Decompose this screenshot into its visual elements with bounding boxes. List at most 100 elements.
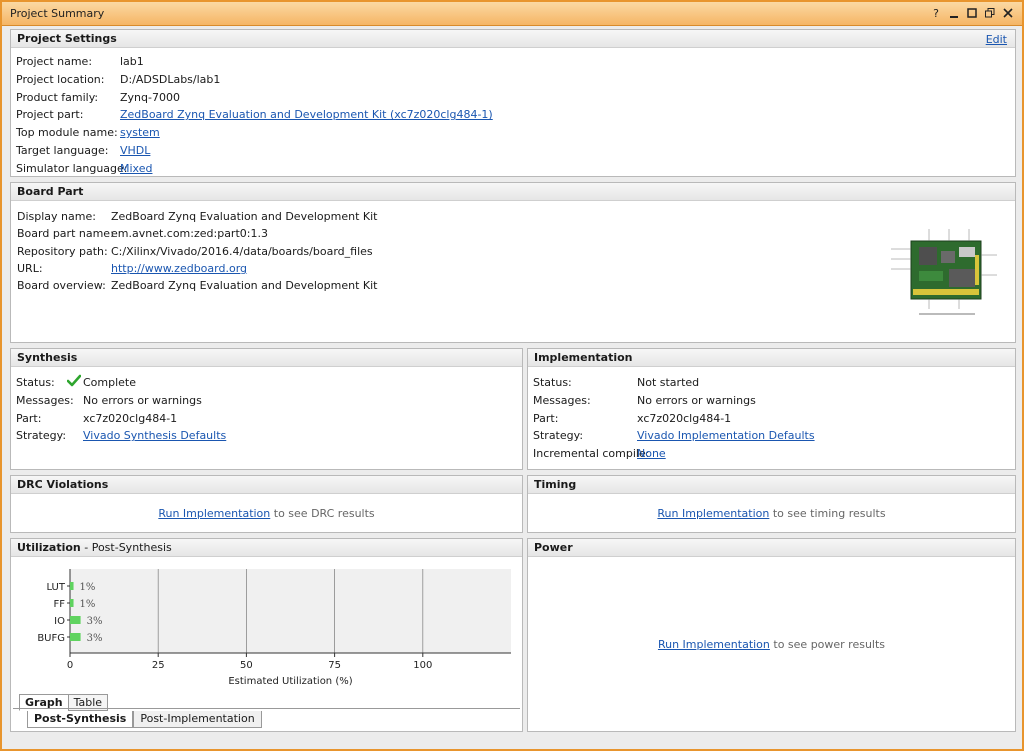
- implementation-panel: Implementation Status: Not started Message…: [527, 348, 1016, 470]
- row-value: xc7z020clg484-1: [637, 411, 732, 425]
- window-controls: ?: [928, 5, 1016, 21]
- board-image: [891, 229, 997, 315]
- panel-header: Timing: [528, 476, 1015, 494]
- synthesis-panel: Synthesis Status: Complete Messages: No err…: [10, 348, 523, 470]
- drc-violations-panel: DRC Violations Run Implementation to see…: [10, 475, 523, 533]
- row-label: URL:: [17, 261, 43, 275]
- tab-post-synthesis[interactable]: Post-Synthesis: [27, 711, 134, 728]
- row-value-link[interactable]: Vivado Implementation Defaults: [637, 429, 815, 442]
- row-label: Strategy:: [16, 429, 67, 443]
- row-value-link[interactable]: Mixed: [120, 162, 152, 175]
- utilization-subtitle: - Post-Synthesis: [80, 541, 172, 554]
- timing-message: Run Implementation to see timing results: [528, 507, 1015, 520]
- row-label: Part:: [16, 411, 42, 425]
- power-message: Run Implementation to see power results: [528, 638, 1015, 651]
- row-value: C:/Xilinx/Vivado/2016.4/data/boards/boar…: [111, 244, 373, 258]
- utilization-title: Utilization: [17, 541, 81, 554]
- x-tick-label: 0: [67, 660, 73, 671]
- panel-header: Project Settings Edit: [11, 30, 1015, 48]
- title-bar: Project Summary ?: [2, 2, 1022, 26]
- close-icon[interactable]: [1000, 5, 1016, 21]
- row-label: Target language:: [16, 144, 109, 157]
- y-tick-label: LUT: [46, 582, 65, 593]
- help-icon[interactable]: ?: [928, 5, 944, 21]
- row-label: Simulator language:: [16, 161, 128, 175]
- row-label: Strategy:: [533, 429, 584, 443]
- maximize-icon[interactable]: [982, 5, 998, 21]
- data-label: 1%: [80, 582, 96, 593]
- minimize-icon[interactable]: [946, 5, 962, 21]
- bar-lut: [70, 582, 74, 590]
- drc-title: DRC Violations: [17, 478, 109, 491]
- run-implementation-link[interactable]: Run Implementation: [658, 638, 770, 651]
- bar-bufg: [70, 633, 81, 641]
- row-value: Complete: [83, 376, 137, 389]
- row-label: Board part name:: [17, 227, 114, 241]
- row-value: ZedBoard Zynq Evaluation and Development…: [111, 210, 378, 223]
- run-implementation-link[interactable]: Run Implementation: [657, 507, 769, 520]
- power-message-text: to see power results: [769, 638, 886, 651]
- panel-header: Board Part: [11, 183, 1015, 201]
- x-tick-label: 25: [152, 660, 165, 671]
- row-value-link[interactable]: ZedBoard Zynq Evaluation and Development…: [120, 108, 493, 121]
- row-value-link[interactable]: Vivado Synthesis Defaults: [83, 429, 226, 442]
- data-label: 3%: [87, 616, 103, 627]
- row-value: ZedBoard Zynq Evaluation and Development…: [111, 279, 378, 293]
- row-value: Zynq-7000: [120, 90, 180, 104]
- restore-icon[interactable]: [964, 5, 980, 21]
- board-part-title: Board Part: [17, 185, 84, 198]
- row-value-link[interactable]: VHDL: [120, 144, 150, 157]
- row-value: lab1: [120, 55, 144, 68]
- row-label: Repository path:: [17, 244, 108, 258]
- checkmark-icon: [67, 374, 81, 387]
- row-value: No errors or warnings: [83, 393, 202, 407]
- utilization-chart: 0 25 50 75 100 LUT 1% FF 1% IO 3% BUFG 3% Estimated U…: [37, 569, 511, 687]
- plot-area: [70, 569, 511, 653]
- x-tick-label: 75: [328, 660, 341, 671]
- data-label: 1%: [80, 599, 96, 610]
- run-implementation-link[interactable]: Run Implementation: [158, 507, 270, 520]
- synthesis-title: Synthesis: [17, 351, 78, 364]
- data-label: 3%: [87, 633, 103, 644]
- row-label: Top module name:: [16, 126, 118, 140]
- board-part-panel: Board Part Display name: ZedBoard Zynq Ev…: [10, 182, 1016, 343]
- drc-message-text: to see DRC results: [270, 507, 375, 520]
- utilization-panel: Utilization - Post-Synthesis 0 25 50 75 100 L…: [10, 538, 523, 732]
- row-value-link[interactable]: system: [120, 126, 160, 139]
- timing-title: Timing: [534, 478, 577, 491]
- timing-panel: Timing Run Implementation to see timing …: [527, 475, 1016, 533]
- power-title: Power: [534, 541, 573, 554]
- row-value: No errors or warnings: [637, 393, 756, 407]
- row-label: Messages:: [16, 393, 74, 407]
- row-value-link[interactable]: http://www.zedboard.org: [111, 262, 247, 275]
- row-label: Status:: [533, 376, 572, 389]
- panel-header: Utilization - Post-Synthesis: [11, 539, 522, 557]
- panel-header: DRC Violations: [11, 476, 522, 494]
- bar-io: [70, 616, 81, 624]
- edit-link[interactable]: Edit: [986, 33, 1007, 46]
- project-summary-window: Project Summary ? Project Settings Edit …: [0, 0, 1024, 751]
- row-value: D:/ADSDLabs/lab1: [120, 72, 221, 86]
- panel-header: Implementation: [528, 349, 1015, 367]
- panel-header: Synthesis: [11, 349, 522, 367]
- row-value: Not started: [637, 376, 700, 389]
- tab-post-implementation[interactable]: Post-Implementation: [133, 711, 262, 728]
- project-settings-panel: Project Settings Edit Project name: lab1 P…: [10, 29, 1016, 177]
- row-label: Project name:: [16, 55, 93, 68]
- timing-message-text: to see timing results: [769, 507, 886, 520]
- panel-header: Power: [528, 539, 1015, 557]
- row-label: Project part:: [16, 108, 84, 122]
- row-label: Messages:: [533, 393, 591, 407]
- y-tick-label: IO: [54, 616, 65, 627]
- x-tick-label: 100: [413, 660, 432, 671]
- row-label: Status:: [16, 376, 55, 389]
- bar-ff: [70, 599, 74, 607]
- row-value-link[interactable]: None: [637, 447, 666, 460]
- row-label: Incremental compile:: [533, 447, 650, 461]
- utilization-run-tabs: Post-Synthesis Post-Implementation: [27, 711, 262, 728]
- y-tick-label: BUFG: [37, 633, 65, 644]
- project-settings-title: Project Settings: [17, 32, 117, 45]
- row-label: Part:: [533, 411, 559, 425]
- x-axis-label: Estimated Utilization (%): [228, 676, 352, 687]
- x-tick-label: 50: [240, 660, 253, 671]
